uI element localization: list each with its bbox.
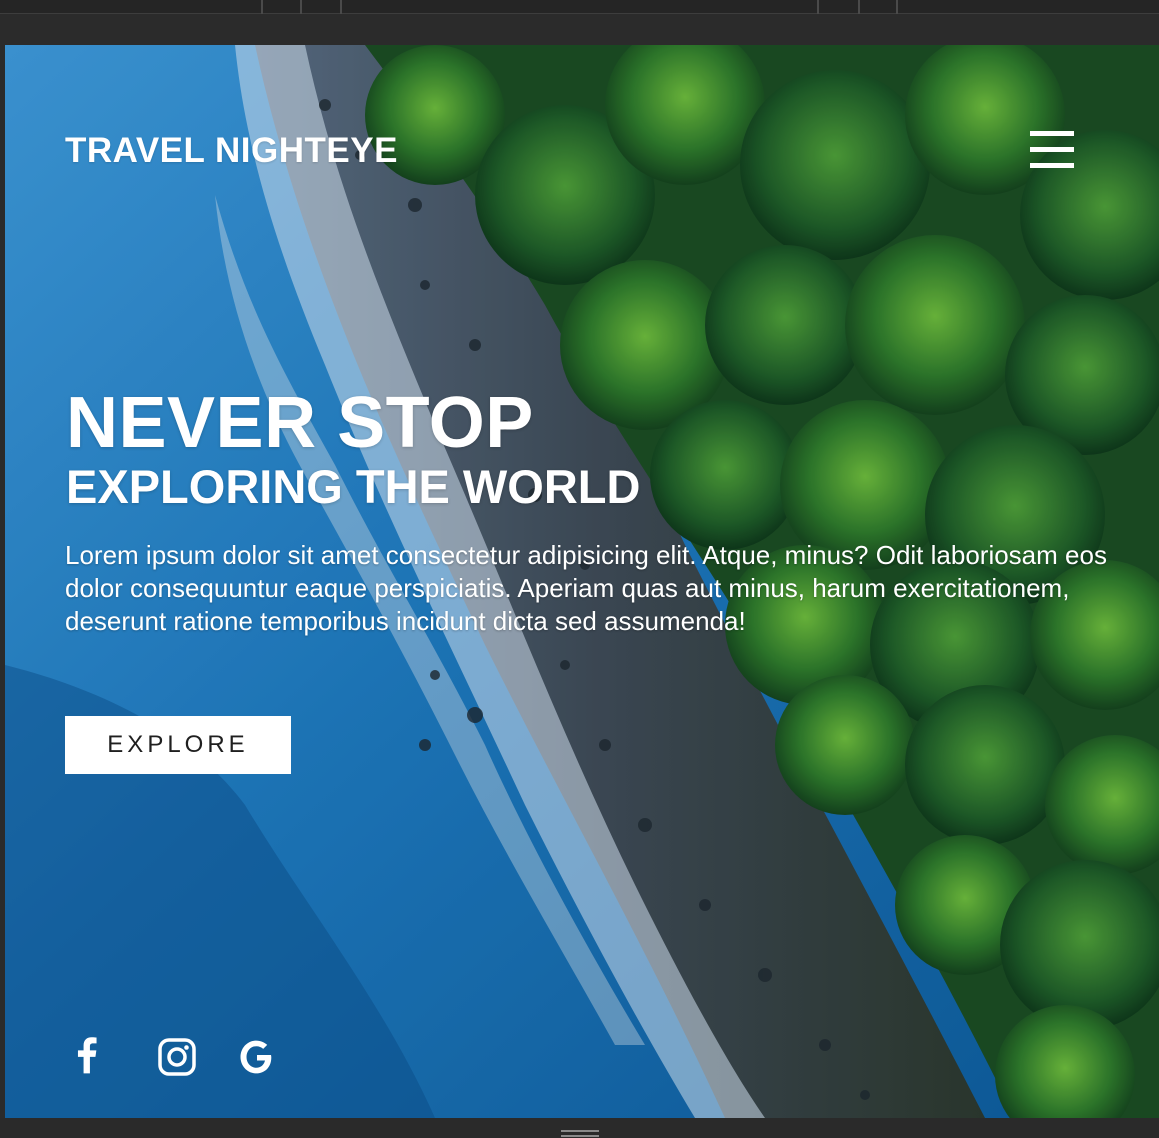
toolbar-divider <box>261 0 263 14</box>
google-link[interactable] <box>233 1035 279 1081</box>
instagram-link[interactable] <box>153 1035 199 1081</box>
hero-subheadline: EXPLORING THE WORLD <box>66 460 641 513</box>
toolbar-divider <box>896 0 898 14</box>
facebook-icon <box>77 1037 97 1074</box>
google-icon <box>240 1040 272 1074</box>
facebook-link[interactable] <box>65 1035 111 1081</box>
hero-section: TRAVEL NIGHTEYE NEVER STOP EXPLORING THE… <box>5 45 1159 1118</box>
hero-description: Lorem ipsum dolor sit amet consectetur a… <box>65 540 1107 636</box>
menu-bar <box>1030 131 1074 136</box>
explore-button[interactable]: EXPLORE <box>65 716 291 774</box>
toolbar-divider <box>817 0 819 14</box>
instagram-icon <box>158 1038 196 1076</box>
top-toolbar <box>0 0 1159 14</box>
hero-headline: NEVER STOP <box>66 383 534 463</box>
resize-handle[interactable] <box>561 1130 599 1138</box>
toolbar-divider <box>858 0 860 14</box>
menu-bar <box>1030 147 1074 152</box>
resize-grip-line <box>561 1130 599 1132</box>
toolbar-divider <box>300 0 302 14</box>
hamburger-menu-button[interactable] <box>1028 129 1076 171</box>
viewport-top-margin <box>0 14 1159 45</box>
toolbar-divider <box>340 0 342 14</box>
menu-bar <box>1030 163 1074 168</box>
resize-grip-line <box>561 1135 599 1137</box>
brand-logo[interactable]: TRAVEL NIGHTEYE <box>65 131 398 171</box>
